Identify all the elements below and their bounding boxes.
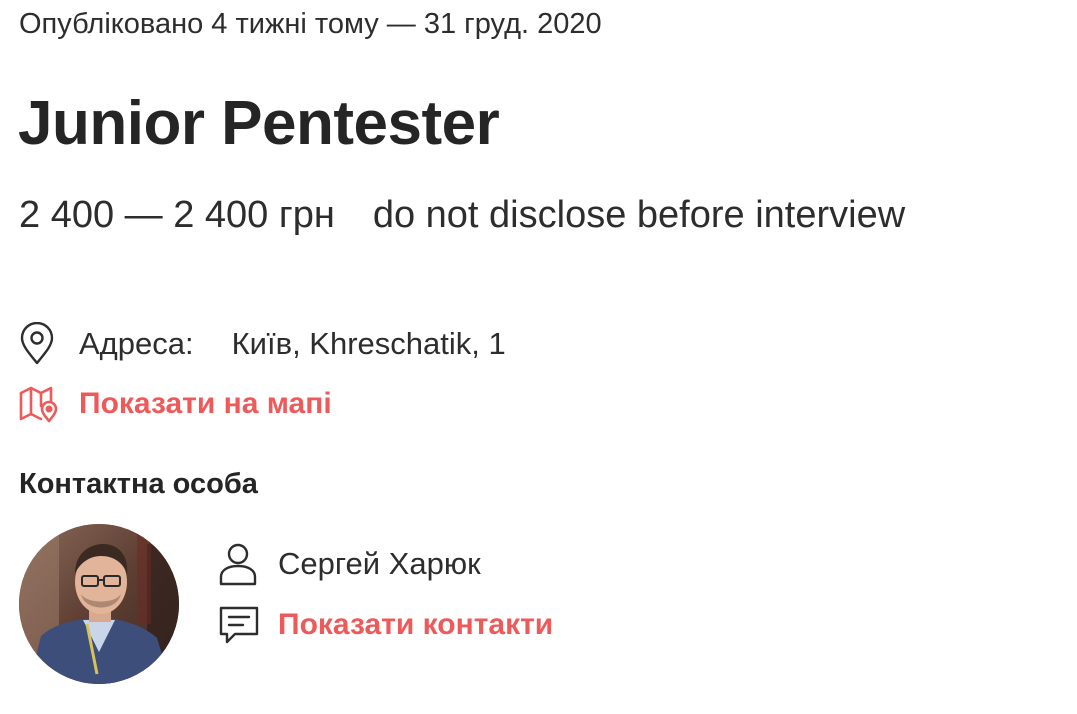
job-title: Junior Pentester — [18, 89, 500, 158]
salary-row: 2 400 — 2 400 грн do not disclose before … — [19, 192, 905, 238]
person-icon — [218, 541, 258, 587]
show-on-map-label[interactable]: Показати на мапі — [79, 387, 332, 421]
map-icon — [19, 384, 59, 424]
published-date: Опубліковано 4 тижні тому — 31 груд. 202… — [19, 8, 602, 40]
contact-person-name: Сергей Харюк — [278, 546, 481, 581]
salary-note: do not disclose before interview — [372, 194, 906, 236]
address-label: Адреса: — [79, 326, 194, 361]
show-contacts-label[interactable]: Показати контакти — [278, 608, 553, 642]
location-pin-icon — [19, 321, 55, 366]
contact-person-heading: Контактна особа — [19, 468, 258, 500]
salary-range: 2 400 — 2 400 грн — [19, 194, 335, 236]
address-value: Київ, Khreschatik, 1 — [231, 326, 506, 361]
avatar — [19, 524, 179, 684]
show-on-map-link[interactable]: Показати на мапі — [19, 382, 332, 426]
contact-person-row: Сергей Харюк — [218, 540, 481, 588]
chat-icon — [218, 603, 260, 647]
show-contacts-link[interactable]: Показати контакти — [218, 602, 553, 648]
address-row: Адреса: Київ, Khreschatik, 1 — [19, 321, 506, 366]
